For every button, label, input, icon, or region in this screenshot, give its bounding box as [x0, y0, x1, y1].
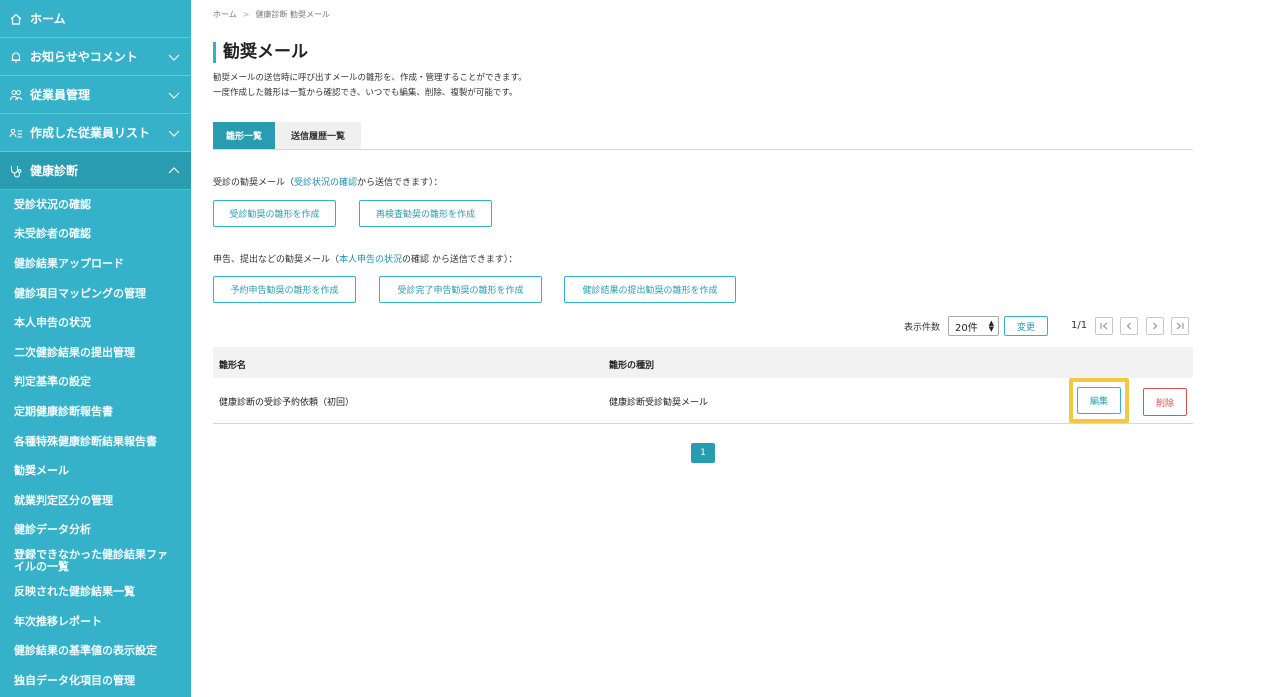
exam-status-link[interactable]: 受診状況の確認: [294, 178, 357, 188]
change-button[interactable]: 変更: [1004, 316, 1048, 336]
breadcrumb: ホーム > 健康診断 勧奨メール: [213, 9, 330, 20]
chevron-right-icon: [1153, 322, 1158, 330]
bell-icon: [8, 49, 24, 65]
tab-history[interactable]: 送信履歴一覧: [275, 122, 361, 149]
pagination-current-page[interactable]: 1: [691, 443, 715, 463]
sidebar-subitem[interactable]: 健診項目マッピングの管理: [0, 279, 191, 309]
sidebar-subitem[interactable]: 健診データ分析: [0, 516, 191, 546]
nav-notices-label: お知らせやコメント: [30, 50, 138, 64]
nav-home-label: ホーム: [30, 12, 66, 26]
breadcrumb-home[interactable]: ホーム: [213, 10, 237, 19]
sidebar-subitem[interactable]: 勧奨メール: [0, 456, 191, 486]
section-declare-prefix: 申告、提出などの勧奨メール（: [213, 255, 340, 265]
sidebar-subitem[interactable]: 就業判定区分の管理: [0, 486, 191, 516]
tab-templates[interactable]: 雛形一覧: [213, 122, 275, 149]
people-icon: [8, 87, 24, 103]
sidebar-subitem[interactable]: 判定基準の設定: [0, 368, 191, 398]
first-page-icon: [1100, 322, 1108, 330]
nav-notices[interactable]: お知らせやコメント: [0, 38, 191, 76]
first-page-button[interactable]: [1095, 317, 1113, 335]
select-arrows-icon: ▲ ▼: [988, 319, 994, 333]
template-type-cell: 健康診断受診勧奨メール: [609, 398, 709, 408]
prev-page-button[interactable]: [1120, 317, 1138, 335]
chevron-down-icon: [168, 54, 180, 61]
create-reserve-template-button[interactable]: 予約申告勧奨の雛形を作成: [213, 276, 356, 303]
nav-health[interactable]: 健康診断: [0, 152, 191, 190]
sidebar-subitem[interactable]: 二次健診結果の提出管理: [0, 338, 191, 368]
column-header-name: 雛形名: [219, 361, 247, 371]
self-declare-link[interactable]: 本人申告の状況: [339, 255, 402, 265]
chevron-down-icon: [168, 130, 180, 137]
nav-home[interactable]: ホーム: [0, 0, 191, 38]
chevron-up-icon: [168, 167, 180, 174]
page-title: 勧奨メール: [213, 42, 308, 63]
section-declare-label: 申告、提出などの勧奨メール（本人申告の状況の確認 から送信できます）：: [213, 252, 517, 265]
sidebar-subitem[interactable]: 定期健康診断報告書: [0, 397, 191, 427]
next-page-button[interactable]: [1146, 317, 1164, 335]
section-declare-suffix: の確認 から送信できます）：: [402, 255, 518, 265]
sidebar-subitem[interactable]: 登録できなかった健診結果ファイルの一覧: [0, 545, 191, 577]
last-page-button[interactable]: [1171, 317, 1189, 335]
description-line: 勧奨メールの送信時に呼び出すメールの雛形を、作成・管理することができます。: [213, 73, 527, 83]
edit-button[interactable]: 編集: [1077, 387, 1121, 414]
create-done-template-button[interactable]: 受診完了申告勧奨の雛形を作成: [379, 276, 542, 303]
nav-employees-label: 従業員管理: [30, 88, 91, 102]
section-exam-label: 受診の勧奨メール（受診状況の確認から送信できます）：: [213, 175, 443, 188]
template-name-cell: 健康診断の受診予約依頼（初回）: [219, 398, 355, 408]
table-row: 健康診断の受診予約依頼（初回） 健康診断受診勧奨メール: [213, 378, 1193, 424]
per-page-value: 20件: [955, 322, 978, 334]
tab-bar: 雛形一覧 送信履歴一覧: [213, 122, 1193, 150]
breadcrumb-current: 健康診断 勧奨メール: [255, 10, 331, 19]
description-line: 一度作成した雛形は一覧から確認でき、いつでも編集、削除、複製が可能です。: [213, 88, 518, 98]
breadcrumb-separator: >: [242, 10, 250, 19]
page-description: 勧奨メールの送信時に呼び出すメールの雛形を、作成・管理することができます。 一度…: [213, 71, 527, 101]
chevron-left-icon: [1126, 322, 1131, 330]
table-header: 雛形名 雛形の種別: [213, 347, 1193, 378]
nav-employees[interactable]: 従業員管理: [0, 76, 191, 114]
per-page-select[interactable]: 20件 ▲ ▼: [948, 316, 999, 336]
sidebar-subitem[interactable]: 各種特殊健康診断結果報告書: [0, 427, 191, 457]
page-count: 1/1: [1071, 320, 1088, 331]
last-page-icon: [1176, 322, 1184, 330]
section-exam-prefix: 受診の勧奨メール（: [213, 178, 295, 188]
per-page-label: 表示件数: [904, 323, 941, 333]
nav-lists-label: 作成した従業員リスト: [30, 126, 151, 140]
main-content: ホーム > 健康診断 勧奨メール 勧奨メール 勧奨メールの送信時に呼び出すメールの雛…: [191, 0, 1215, 697]
sidebar-subitem[interactable]: 健診結果アップロード: [0, 249, 191, 279]
home-icon: [8, 11, 24, 27]
column-header-type: 雛形の種別: [609, 361, 655, 371]
create-reexam-template-button[interactable]: 再検査勧奨の雛形を作成: [359, 200, 492, 227]
create-submit-template-button[interactable]: 健診結果の提出勧奨の雛形を作成: [564, 276, 736, 303]
sidebar-subitem[interactable]: 反映された健診結果一覧: [0, 577, 191, 607]
user-list-icon: [8, 125, 24, 141]
nav-health-label: 健康診断: [30, 164, 79, 178]
delete-button[interactable]: 削除: [1143, 388, 1187, 416]
create-exam-template-button[interactable]: 受診勧奨の雛形を作成: [213, 200, 336, 227]
sidebar-subitem[interactable]: 年次推移レポート: [0, 607, 191, 637]
sidebar-subitem[interactable]: 本人申告の状況: [0, 308, 191, 338]
sidebar-subitem[interactable]: 未受診者の確認: [0, 220, 191, 250]
sidebar-subitem[interactable]: 健診結果の基準値の表示設定: [0, 636, 191, 666]
health-subnav: 受診状況の確認 未受診者の確認 健診結果アップロード 健診項目マッピングの管理 本人申告…: [0, 190, 191, 696]
stethoscope-icon: [8, 163, 24, 179]
sidebar-subitem[interactable]: 受診状況の確認: [0, 190, 191, 220]
edit-button-highlight: 編集: [1069, 378, 1129, 423]
section-exam-suffix: から送信できます）：: [357, 178, 443, 188]
sidebar: ホーム お知らせやコメント 従業員管理 作成した従業員リスト 健康診断 受診状況…: [0, 0, 191, 697]
templates-table: 雛形名 雛形の種別 健康診断の受診予約依頼（初回） 健康診断受診勧奨メール 編集…: [213, 347, 1193, 424]
chevron-down-icon: [168, 92, 180, 99]
sidebar-subitem[interactable]: 独自データ化項目の管理: [0, 666, 191, 696]
nav-lists[interactable]: 作成した従業員リスト: [0, 114, 191, 152]
